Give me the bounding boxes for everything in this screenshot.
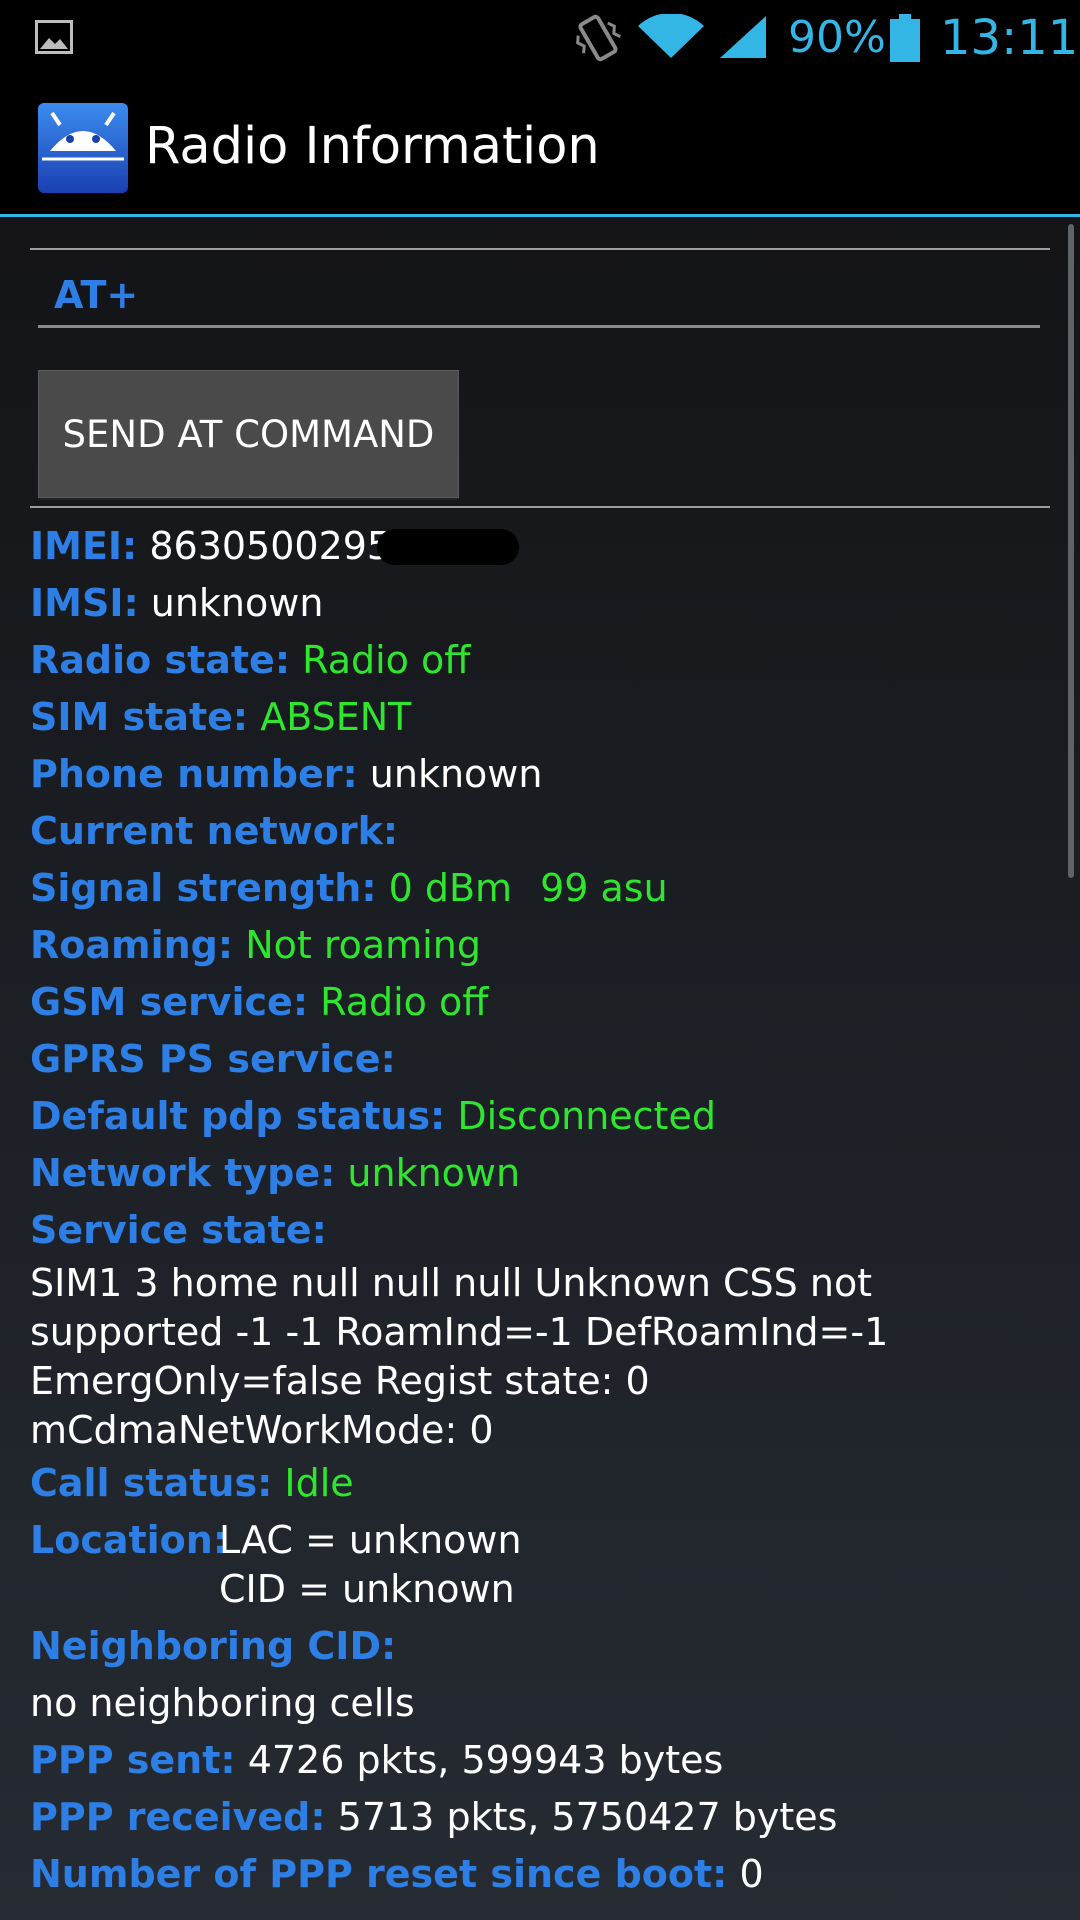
roaming-label: Roaming: (30, 923, 234, 967)
imsi-value: unknown (150, 581, 324, 625)
location-label: Location: (30, 1518, 229, 1562)
gsm-service-value: Radio off (320, 980, 489, 1024)
action-bar-divider (0, 214, 1080, 217)
wifi-icon (638, 14, 704, 58)
gprs-service-label: GPRS PS service: (30, 1037, 396, 1081)
sim-state-row: SIM state: ABSENT (30, 689, 1050, 746)
pdp-status-value: Disconnected (457, 1094, 716, 1138)
service-state-line: EmergOnly=false Regist state: 0 (30, 1359, 650, 1403)
status-bar: 90% 13:11 (0, 0, 1080, 75)
service-state-row: Service state: (30, 1202, 1050, 1259)
imei-row: IMEI: 8630500295 (30, 518, 1050, 575)
neighboring-cid-value-row: no neighboring cells (30, 1675, 1050, 1732)
battery-percent: 90% (788, 12, 886, 63)
service-state-line: SIM1 3 home null null null Unknown CSS n… (30, 1261, 873, 1305)
ppp-sent-row: PPP sent: 4726 pkts, 599943 bytes (30, 1732, 1050, 1789)
sim-state-label: SIM state: (30, 695, 249, 739)
sim-state-value: ABSENT (260, 695, 412, 739)
page-title: Radio Information (145, 117, 600, 176)
location-cid-value: CID = unknown (219, 1567, 515, 1611)
gsm-service-row: GSM service: Radio off (30, 974, 1050, 1031)
network-type-row: Network type: unknown (30, 1145, 1050, 1202)
imsi-row: IMSI: unknown (30, 575, 1050, 632)
signal-dbm-value: 0 dBm (388, 866, 513, 910)
imei-value: 8630500295 (149, 524, 392, 568)
cell-signal-icon (720, 16, 766, 58)
roaming-value: Not roaming (245, 923, 481, 967)
gsm-service-label: GSM service: (30, 980, 309, 1024)
ppp-reset-label: Number of PPP reset since boot: (30, 1852, 728, 1896)
call-status-label: Call status: (30, 1461, 273, 1505)
redaction-mark (377, 528, 520, 565)
service-state-details: SIM1 3 home null null null Unknown CSS n… (30, 1259, 1050, 1455)
divider (30, 506, 1050, 508)
scrollbar[interactable] (1068, 224, 1074, 878)
divider (30, 248, 1050, 250)
ppp-sent-value: 4726 pkts, 599943 bytes (247, 1738, 724, 1782)
network-type-label: Network type: (30, 1151, 336, 1195)
neighboring-cid-row: Neighboring CID: (30, 1618, 1050, 1675)
service-state-label: Service state: (30, 1208, 327, 1252)
phone-number-value: unknown (369, 752, 543, 796)
ppp-received-row: PPP received: 5713 pkts, 5750427 bytes (30, 1789, 1050, 1846)
ppp-reset-value: 0 (739, 1852, 764, 1896)
imsi-label: IMSI: (30, 581, 139, 625)
phone-number-row: Phone number: unknown (30, 746, 1050, 803)
location-lac-value: LAC = unknown (219, 1518, 522, 1562)
ppp-received-label: PPP received: (30, 1795, 326, 1839)
location-row: Location: LAC = unknown CID = unknown (30, 1512, 1050, 1618)
battery-icon (890, 14, 920, 62)
neighboring-cid-label: Neighboring CID: (30, 1624, 397, 1668)
radio-state-row: Radio state: Radio off (30, 632, 1050, 689)
network-type-value: unknown (347, 1151, 521, 1195)
roaming-row: Roaming: Not roaming (30, 917, 1050, 974)
ppp-sent-label: PPP sent: (30, 1738, 236, 1782)
at-command-input[interactable] (38, 264, 1040, 328)
vibrate-icon (576, 14, 621, 62)
signal-asu-value: 99 asu (540, 866, 668, 910)
action-bar: Radio Information (0, 75, 1080, 215)
service-state-line: mCdmaNetWorkMode: 0 (30, 1408, 494, 1452)
pdp-status-row: Default pdp status: Disconnected (30, 1088, 1050, 1145)
radio-info-app-icon (38, 103, 128, 193)
phone-number-label: Phone number: (30, 752, 358, 796)
call-status-value: Idle (284, 1461, 354, 1505)
neighboring-cid-value: no neighboring cells (30, 1681, 415, 1725)
imei-label: IMEI: (30, 524, 138, 568)
signal-strength-row: Signal strength: 0 dBm 99 asu (30, 860, 1050, 917)
signal-strength-label: Signal strength: (30, 866, 377, 910)
clock: 13:11 (940, 10, 1079, 66)
radio-state-value: Radio off (302, 638, 471, 682)
radio-state-label: Radio state: (30, 638, 291, 682)
image-notification-icon (35, 20, 73, 54)
service-state-line: supported -1 -1 RoamInd=-1 DefRoamInd=-1 (30, 1310, 889, 1354)
pdp-status-label: Default pdp status: (30, 1094, 446, 1138)
ppp-received-value: 5713 pkts, 5750427 bytes (337, 1795, 838, 1839)
call-status-row: Call status: Idle (30, 1455, 1050, 1512)
send-at-command-button[interactable]: SEND AT COMMAND (38, 370, 459, 498)
ppp-reset-row: Number of PPP reset since boot: 0 (30, 1846, 1050, 1903)
radio-info-list: IMEI: 8630500295 IMSI: unknown Radio sta… (30, 518, 1050, 1903)
gprs-service-row: GPRS PS service: (30, 1031, 1050, 1088)
current-network-row: Current network: (30, 803, 1050, 860)
current-network-label: Current network: (30, 809, 399, 853)
